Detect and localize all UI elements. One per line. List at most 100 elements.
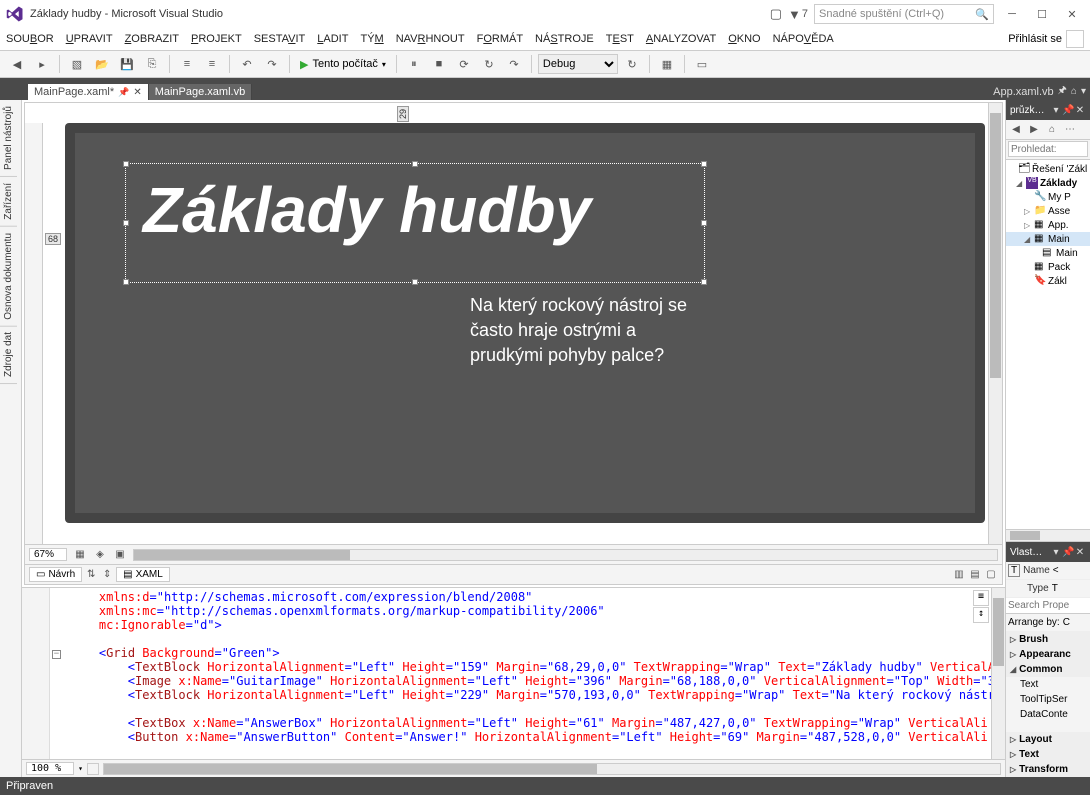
cat-common[interactable]: ◢Common <box>1006 662 1090 677</box>
close-icon[interactable]: ✕ <box>1074 547 1086 558</box>
notification-flag-icon[interactable]: ▼7 <box>788 7 808 22</box>
step-button[interactable]: ↷ <box>503 53 525 75</box>
xaml-hscroll[interactable] <box>103 763 1001 775</box>
cat-layout[interactable]: ▷Layout <box>1006 732 1090 747</box>
dropdown-icon[interactable]: ▾ <box>1050 105 1062 116</box>
snap-icon[interactable]: ▣ <box>113 548 127 562</box>
xaml-zoom[interactable]: 100 % <box>26 762 74 775</box>
menu-edit[interactable]: UPRAVIT <box>66 33 113 45</box>
prop-name-value[interactable]: < <box>1053 565 1088 576</box>
tree-app-xaml[interactable]: ▷▦App. <box>1006 218 1090 232</box>
tree-cert[interactable]: 🔖Zákl <box>1006 274 1090 288</box>
refresh-button[interactable]: ↻ <box>478 53 500 75</box>
home-icon[interactable]: ⌂ <box>1071 86 1077 97</box>
dropdown-icon[interactable]: ▾ <box>1081 86 1086 97</box>
expand-pane-icon[interactable]: ⇕ <box>100 568 114 582</box>
arrange-by-row[interactable]: Arrange by: C <box>1006 614 1090 632</box>
designer-vscroll[interactable] <box>988 103 1002 544</box>
menu-view[interactable]: ZOBRAZIT <box>125 33 179 45</box>
refresh2-button[interactable]: ↻ <box>621 53 643 75</box>
tree-mainpage-xaml[interactable]: ◢▦Main <box>1006 232 1090 246</box>
zoom-dropdown-icon[interactable]: ▾ <box>78 764 83 773</box>
properties-search[interactable] <box>1006 598 1090 614</box>
editor-nav-icon[interactable]: ↕ <box>973 607 989 623</box>
prop-tooltip[interactable]: ToolTipSer <box>1006 692 1090 707</box>
sign-in-link[interactable]: Přihlásit se <box>1008 33 1062 45</box>
group-button[interactable]: ▭ <box>691 53 713 75</box>
pin-icon[interactable]: 📌 <box>1062 547 1074 558</box>
design-canvas[interactable]: 68 29 Základy hud <box>25 103 1002 544</box>
close-button[interactable]: ✕ <box>1060 2 1084 26</box>
new-project-button[interactable]: ▧ <box>66 53 88 75</box>
home-icon[interactable]: ⌂ <box>1044 122 1060 138</box>
redo-button[interactable]: ↷ <box>261 53 283 75</box>
more-icon[interactable]: ⋯ <box>1062 122 1078 138</box>
tree-myproject[interactable]: 🔧My P <box>1006 190 1090 204</box>
design-view-tab[interactable]: ▭Návrh <box>29 567 82 582</box>
outline-pane-tab[interactable]: Osnova dokumentu <box>0 227 17 327</box>
prop-text[interactable]: Text <box>1006 677 1090 692</box>
pause-button[interactable]: ⏸ <box>403 53 425 75</box>
minimize-button[interactable]: ─ <box>1000 2 1024 26</box>
cat-transform[interactable]: ▷Transform <box>1006 762 1090 777</box>
user-icon[interactable] <box>1066 30 1084 48</box>
config-select[interactable]: Debug <box>538 54 618 74</box>
restart-button[interactable]: ⟳ <box>453 53 475 75</box>
preview-tab[interactable]: App.xaml.vb <box>993 86 1054 98</box>
xaml-view-tab[interactable]: ▤XAML <box>116 567 170 582</box>
nav-back-button[interactable]: ◀ <box>6 53 28 75</box>
xaml-vscroll[interactable] <box>991 588 1005 759</box>
menu-project[interactable]: PROJEKT <box>191 33 242 45</box>
tab-mainpage-xaml-vb[interactable]: MainPage.xaml.vb <box>149 84 253 100</box>
stop-button[interactable]: ■ <box>428 53 450 75</box>
tab-mainpage-xaml[interactable]: MainPage.xaml* 📌 ✕ <box>28 84 149 100</box>
quick-launch-input[interactable]: Snadné spuštění (Ctrl+Q) 🔍 <box>814 4 994 24</box>
fwd-icon[interactable]: ▶ <box>1026 122 1042 138</box>
designer-zoom[interactable]: 67% <box>29 548 67 561</box>
toolbox-pane-tab[interactable]: Panel nástrojů <box>0 100 17 177</box>
prop-datacontext[interactable]: DataConte <box>1006 707 1090 722</box>
feedback-icon[interactable]: ▢ <box>770 6 782 22</box>
menu-debug[interactable]: LADIT <box>317 33 348 45</box>
designer-hscroll[interactable] <box>133 549 998 561</box>
solution-search[interactable] <box>1006 140 1090 160</box>
undo-button[interactable]: ↶ <box>236 53 258 75</box>
back-icon[interactable]: ◀ <box>1008 122 1024 138</box>
datasources-pane-tab[interactable]: Zdroje dat <box>0 326 17 384</box>
swap-panes-icon[interactable]: ⇅ <box>84 568 98 582</box>
artboard[interactable]: 68 29 Základy hud <box>75 133 975 513</box>
solution-tree[interactable]: 🗂Řešení 'Zákl ◢VBZáklady 🔧My P ▷📁Asse ▷▦… <box>1006 160 1090 529</box>
save-button[interactable]: 💾 <box>116 53 138 75</box>
tree-package[interactable]: ▦Pack <box>1006 260 1090 274</box>
cat-appearance[interactable]: ▷Appearanc <box>1006 647 1090 662</box>
cat-brush[interactable]: ▷Brush <box>1006 632 1090 647</box>
split-v-icon[interactable]: ▤ <box>968 568 982 582</box>
tree-solution[interactable]: 🗂Řešení 'Zákl <box>1006 162 1090 176</box>
editor-split-icon[interactable]: ≡ <box>973 590 989 606</box>
effects-icon[interactable]: ◈ <box>93 548 107 562</box>
menu-window[interactable]: OKNO <box>728 33 760 45</box>
solution-explorer-title[interactable]: průzk… ▾ 📌 ✕ <box>1006 100 1090 120</box>
grid-button[interactable]: ▦ <box>656 53 678 75</box>
cat-text[interactable]: ▷Text <box>1006 747 1090 762</box>
tree-project[interactable]: ◢VBZáklady <box>1006 176 1090 190</box>
menu-analyze[interactable]: ANALYZOVAT <box>646 33 716 45</box>
dropdown-icon[interactable]: ▾ <box>1050 547 1062 558</box>
undent-button[interactable]: ≡ <box>176 53 198 75</box>
start-debug-button[interactable]: ▶ Tento počítač ▾ <box>296 58 390 71</box>
device-pane-tab[interactable]: Zařízení <box>0 177 17 227</box>
xaml-editor[interactable]: − ≡ ↕ xmlns:d="http://schemas.microsoft.… <box>22 587 1005 777</box>
solution-search-input[interactable] <box>1008 141 1088 157</box>
tree-mainpage-vb[interactable]: ▤Main <box>1006 246 1090 260</box>
pin-icon[interactable]: 📌 <box>118 87 129 98</box>
close-tab-icon[interactable]: ✕ <box>133 87 141 98</box>
fold-toggle[interactable]: − <box>52 650 61 659</box>
solution-hscroll[interactable] <box>1006 529 1090 541</box>
maximize-button[interactable]: ☐ <box>1030 2 1054 26</box>
title-textblock[interactable]: Základy hudby <box>143 173 743 247</box>
menu-help[interactable]: NÁPOVĚDA <box>773 33 834 45</box>
collapse-pane-icon[interactable]: ▢ <box>984 568 998 582</box>
save-all-button[interactable]: ⎘ <box>141 53 163 75</box>
question-textblock[interactable]: Na který rockový nástroj se často hraje … <box>470 293 690 369</box>
pin-icon[interactable]: 📌 <box>1062 105 1074 116</box>
